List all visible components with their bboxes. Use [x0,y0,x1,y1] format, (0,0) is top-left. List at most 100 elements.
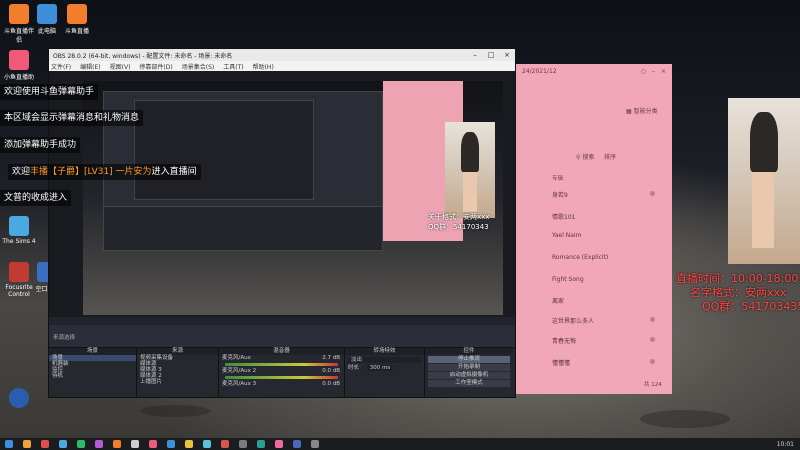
menu-tools[interactable]: 工具(T) [223,62,243,71]
sort-tab[interactable]: 排序 [604,152,616,161]
close-icon[interactable]: × [499,51,515,59]
desktop-icon-douyu-live[interactable]: 斗鱼直播 [60,4,94,35]
transitions-title: 转场特效 [345,348,424,355]
desktop-icon-globe[interactable] [2,388,36,410]
douyu-icon[interactable] [113,440,121,448]
obs-docks: 场景 场景 机器装 监控 待机 来源 视频采集设备 媒体源 媒体源 3 媒体源 … [49,347,515,397]
chat-message: 文普的收成进入 [0,190,72,206]
song-item[interactable]: 离家 [552,296,564,305]
scene-item[interactable]: 待机 [49,373,136,379]
source-status: 来源选择 [53,335,76,341]
song-item[interactable]: 情歌101 [552,212,575,221]
minimize-icon[interactable]: – [467,51,483,59]
more-icon[interactable] [650,359,655,364]
minimize-icon[interactable]: – [652,68,655,75]
sources-dock: 来源 视频采集设备 媒体源 媒体源 3 媒体源 2 上播图片 [137,348,219,397]
computer-icon [37,4,57,24]
pink-panel[interactable]: 24/2021/12 ○ – × ▦ 智能分类 ⚲ 搜索 排序 专辑 身若9 情… [516,64,672,394]
source-item[interactable]: 上播图片 [137,379,218,385]
desktop-icon-sims4[interactable]: The Sims 4 [2,216,36,245]
studio-mode-button[interactable]: 工作室模式 [428,380,510,387]
chat-badge: 【子爵】[LV31] 一片安为 [48,167,152,177]
girl-photo-small [445,122,495,218]
folder-icon[interactable] [185,440,193,448]
wechat-icon[interactable] [77,440,85,448]
app-icon[interactable] [221,440,229,448]
desktop-icon-label: The Sims 4 [2,238,36,245]
scenes-title: 场景 [49,348,136,355]
chat-message: 欢迎使用斗鱼弹幕助手 [0,84,99,100]
obs-icon[interactable] [131,440,139,448]
transition-select[interactable]: 淡出 [348,357,421,363]
controls-title: 控件 [425,348,513,355]
stream-qq: QQ群：541703435 [702,298,800,314]
song-item[interactable]: 懂懂懂 [552,358,570,367]
app-icon[interactable] [311,440,319,448]
taskbar: 10:01 [0,438,800,450]
song-item[interactable]: 这世界那么多人 [552,316,594,325]
virtual-camera-button[interactable]: 启动虚拟摄像机 [428,372,510,379]
obs-title: OBS 28.0.2 (64-bit, windows) - 配置文件: 未命名… [53,52,233,60]
menu-view[interactable]: 视图(V) [110,62,131,71]
taskbar-clock[interactable]: 10:01 [777,441,794,448]
transitions-dock: 转场特效 淡出 时长 300 ms [345,348,425,397]
smart-category-button[interactable]: ▦ 智能分类 [626,106,658,115]
song-item[interactable]: 青春无悔 [552,336,576,345]
maximize-icon[interactable]: □ [483,51,499,59]
legs-shape [752,172,774,248]
pin-icon[interactable]: ○ [641,68,646,75]
music-icon[interactable] [149,440,157,448]
menu-file[interactable]: 文件(F) [51,62,71,71]
moon-crater [140,405,210,417]
app-icon[interactable] [95,440,103,448]
song-item[interactable]: 身若9 [552,190,568,199]
browser-icon[interactable] [59,440,67,448]
stop-streaming-button[interactable]: 停止推流 [428,356,510,363]
volume-meter[interactable] [225,376,338,379]
taskview-icon[interactable] [41,440,49,448]
app-icon[interactable] [293,440,301,448]
mixer-level: 0.0 dB [322,368,340,374]
more-icon[interactable] [650,191,655,196]
song-item[interactable]: Yael Naim [552,232,581,239]
menu-scene-collection[interactable]: 场景集合(S) [182,62,215,71]
obs-title-bar[interactable]: OBS 28.0.2 (64-bit, windows) - 配置文件: 未命名… [49,49,515,61]
douyu-icon [67,4,87,24]
more-icon[interactable] [650,337,655,342]
desktop-icon-xiaoyu[interactable]: 小鱼直播助 [2,50,36,81]
menu-help[interactable]: 帮助(H) [253,62,274,71]
mixer-level: 2.7 dB [322,355,340,361]
chat-username: 丰播 [30,167,49,177]
app-icon[interactable] [275,440,283,448]
start-icon[interactable] [5,440,13,448]
search-icon: ⚲ [576,154,581,161]
desktop-icon-label: 斗鱼直播 [64,28,89,35]
sims-icon [9,216,29,236]
menu-edit[interactable]: 编辑(E) [80,62,100,71]
more-icon[interactable] [650,317,655,322]
preview-status [49,317,515,325]
duration-input[interactable]: 300 ms [366,365,394,371]
duration-row: 时长 300 ms [345,365,424,371]
nested-docks [103,206,383,251]
app-icon[interactable] [257,440,265,448]
song-item[interactable]: Fight Song [552,276,584,283]
legs-shape [463,172,477,212]
moon-crater [640,410,730,428]
search-icon[interactable] [23,440,31,448]
source-toolbar: 来源选择 [49,325,515,347]
close-icon[interactable]: × [661,68,666,75]
search-tab[interactable]: ⚲ 搜索 [576,152,594,161]
duration-label: 时长 [348,365,360,371]
explorer-icon[interactable] [167,440,175,448]
mixer-channel-name: 麦克风/Aux [222,355,251,361]
mixer-level: 0.0 dB [322,381,340,387]
desktop-icon-this-pc[interactable]: 此电脑 [30,4,64,35]
app-icon[interactable] [203,440,211,448]
song-item[interactable]: Romance (Explicit) [552,254,608,261]
focusrite-icon [9,262,29,282]
app-icon[interactable] [239,440,247,448]
menu-docks[interactable]: 停靠部件(D) [139,62,172,71]
start-recording-button[interactable]: 开始录制 [428,364,510,371]
volume-meter[interactable] [225,363,338,366]
